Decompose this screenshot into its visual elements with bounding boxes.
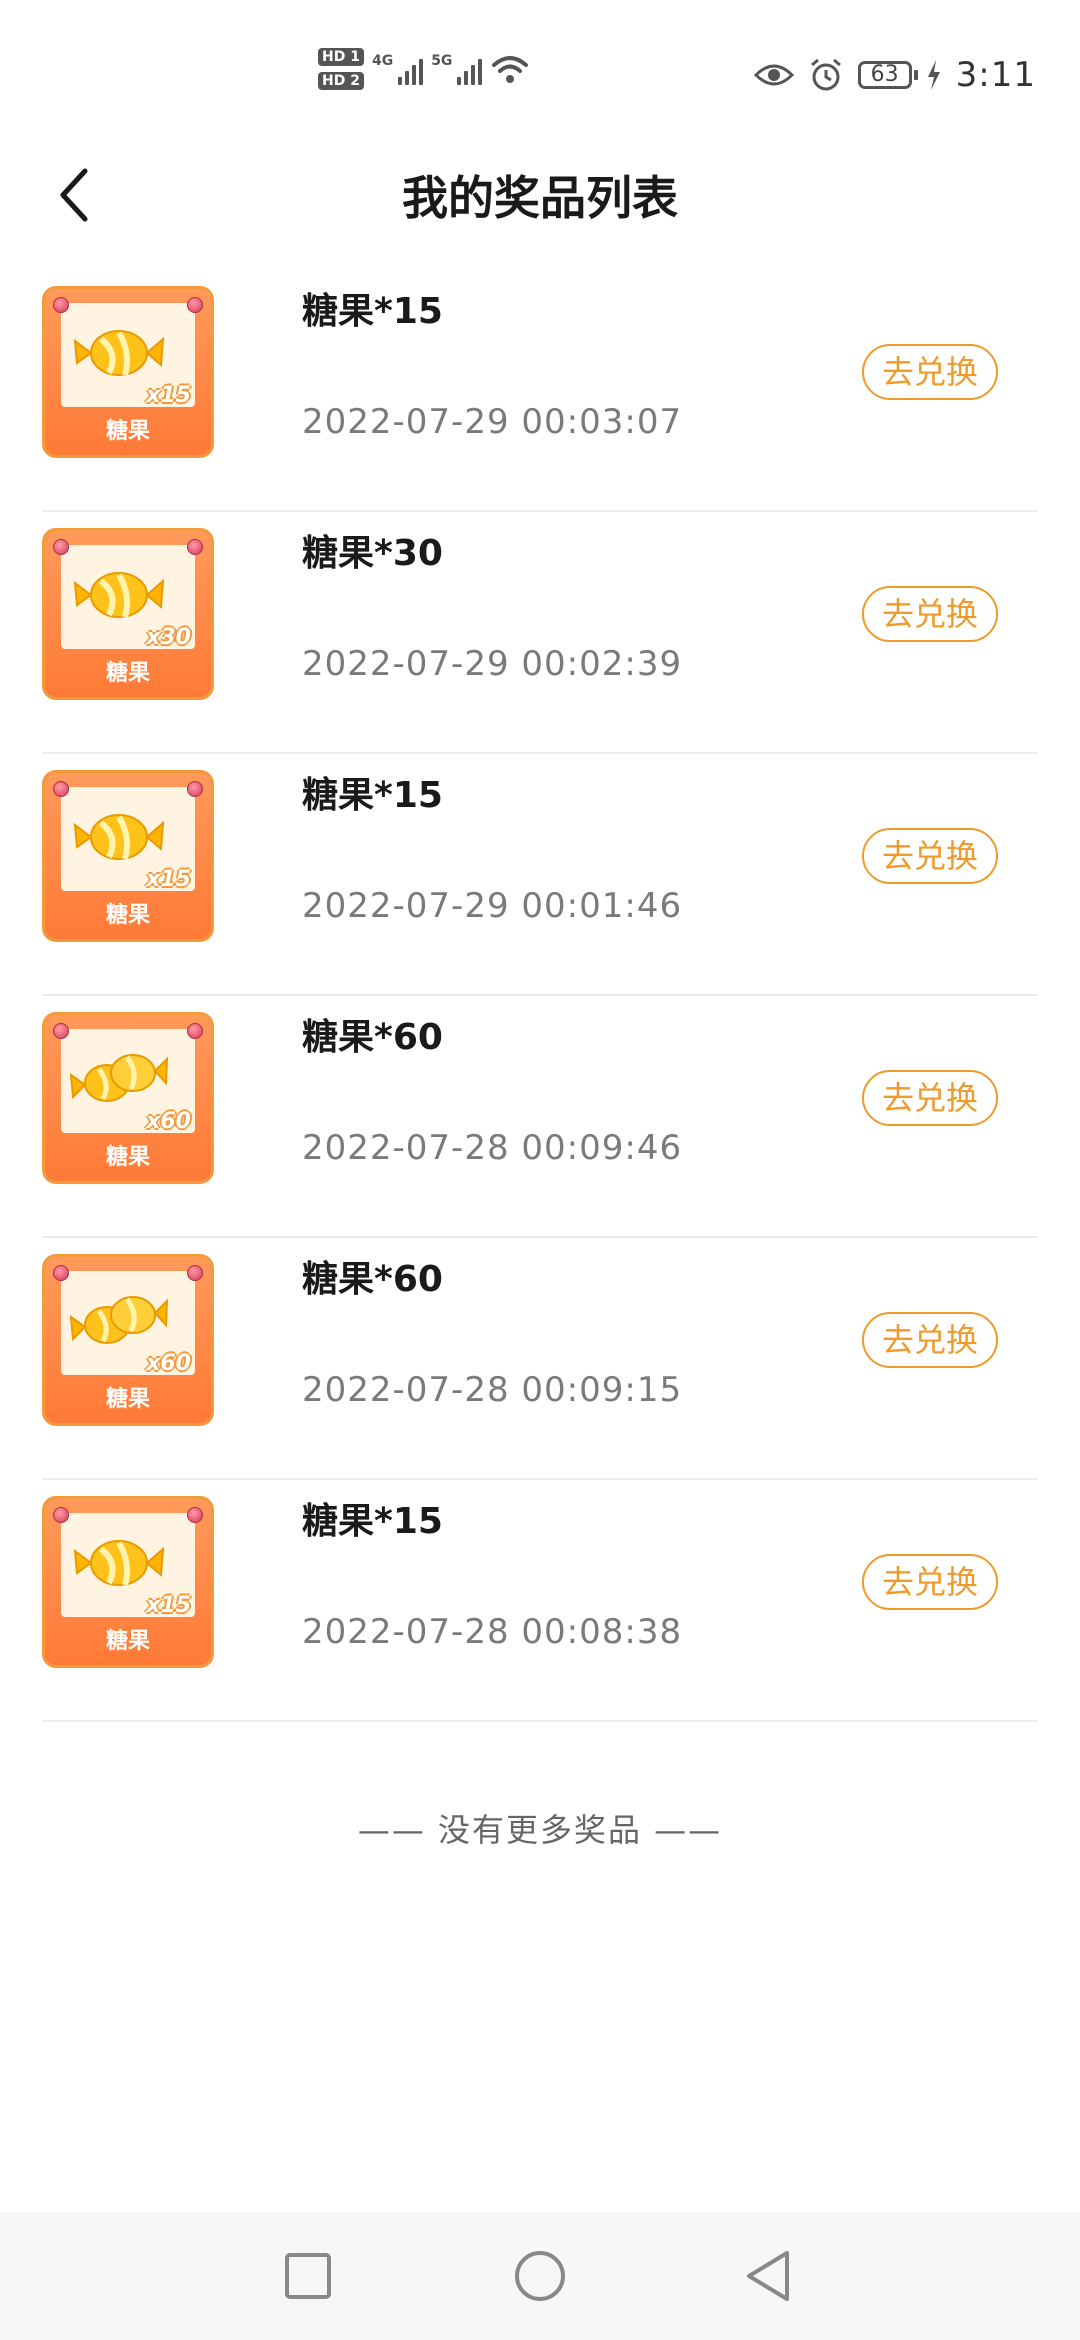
thumbnail-label: 糖果 xyxy=(105,1387,150,1412)
prize-name: 糖果*30 xyxy=(302,533,443,574)
prize-row: x15 糖果 糖果*15 2022-07-28 00:08:38 去兑换 xyxy=(42,1480,1038,1722)
prize-list: x15 糖果 糖果*15 2022-07-29 00:03:07 去兑换 x30 糖果 糖果*… xyxy=(42,270,1038,1722)
prize-thumbnail: x60 糖果 xyxy=(42,1254,214,1426)
thumbnail-multiplier: x60 xyxy=(146,1109,191,1134)
pin-icon xyxy=(53,781,69,797)
hd-badges: HD 1 HD 2 xyxy=(318,48,364,90)
nav-back-button[interactable] xyxy=(728,2236,808,2316)
candy-icon xyxy=(73,814,165,860)
candy-icon xyxy=(69,1054,169,1102)
thumbnail-label: 糖果 xyxy=(105,661,150,686)
prize-name: 糖果*60 xyxy=(302,1017,443,1058)
pin-icon xyxy=(53,297,69,313)
prize-date: 2022-07-28 00:09:15 xyxy=(302,1370,683,1410)
wifi-icon xyxy=(492,56,529,83)
net1-label: 4G xyxy=(371,53,394,69)
thumbnail-multiplier: x30 xyxy=(146,625,191,650)
redeem-button[interactable]: 去兑换 xyxy=(862,828,998,884)
redeem-button[interactable]: 去兑换 xyxy=(862,1312,998,1368)
pin-icon xyxy=(53,539,69,555)
prize-row: x15 糖果 糖果*15 2022-07-29 00:03:07 去兑换 xyxy=(42,270,1038,512)
prize-name: 糖果*60 xyxy=(302,1259,443,1300)
candy-icon xyxy=(73,1540,165,1586)
candy-icon xyxy=(73,572,165,618)
pin-icon xyxy=(187,539,203,555)
prize-row: x60 糖果 糖果*60 2022-07-28 00:09:15 去兑换 xyxy=(42,1238,1038,1480)
signal-icon: 4G xyxy=(371,53,424,85)
home-button[interactable] xyxy=(500,2236,580,2316)
page-title: 我的奖品列表 xyxy=(402,171,678,225)
pin-icon xyxy=(187,1265,203,1281)
pin-icon xyxy=(53,1507,69,1523)
recent-apps-button[interactable] xyxy=(268,2236,348,2316)
eye-icon xyxy=(753,64,794,86)
thumbnail-multiplier: x15 xyxy=(146,1593,191,1618)
candy-icon xyxy=(73,330,165,376)
net2-label: 5G xyxy=(431,53,453,69)
thumbnail-label: 糖果 xyxy=(105,419,150,444)
header: 我的奖品列表 xyxy=(0,150,1080,240)
prize-name: 糖果*15 xyxy=(302,1501,443,1542)
redeem-button[interactable]: 去兑换 xyxy=(862,586,998,642)
prize-thumbnail: x30 糖果 xyxy=(42,528,214,700)
prize-name: 糖果*15 xyxy=(302,291,443,332)
end-of-list-note: —— 没有更多奖品 —— xyxy=(357,1811,723,1849)
prize-row: x60 糖果 糖果*60 2022-07-28 00:09:46 去兑换 xyxy=(42,996,1038,1238)
thumbnail-label: 糖果 xyxy=(105,1145,150,1170)
pin-icon xyxy=(187,297,203,313)
redeem-button[interactable]: 去兑换 xyxy=(862,1070,998,1126)
thumbnail-multiplier: x15 xyxy=(146,383,191,408)
pin-icon xyxy=(187,1507,203,1523)
prize-thumbnail: x15 糖果 xyxy=(42,1496,214,1668)
hd2-badge: HD 2 xyxy=(318,72,364,90)
pin-icon xyxy=(53,1265,69,1281)
thumbnail-label: 糖果 xyxy=(105,903,150,928)
signal-icon-2: 5G xyxy=(431,53,483,85)
pin-icon xyxy=(187,781,203,797)
status-bar: HD 1 HD 2 4G 5G 63 3:11 xyxy=(0,0,1080,150)
prize-name: 糖果*15 xyxy=(302,775,443,816)
prize-thumbnail: x15 糖果 xyxy=(42,770,214,942)
square-recent-icon xyxy=(285,2253,331,2299)
prize-date: 2022-07-28 00:09:46 xyxy=(302,1128,683,1168)
status-left: HD 1 HD 2 4G 5G xyxy=(318,48,530,90)
battery-icon: 63 xyxy=(857,61,918,89)
hd1-badge: HD 1 xyxy=(318,48,364,66)
thumbnail-multiplier: x15 xyxy=(146,867,191,892)
prize-thumbnail: x60 糖果 xyxy=(42,1012,214,1184)
charging-icon xyxy=(927,60,940,90)
thumbnail-label: 糖果 xyxy=(105,1629,150,1654)
prize-date: 2022-07-29 00:01:46 xyxy=(302,886,683,926)
triangle-back-icon xyxy=(747,2251,789,2301)
status-right: 63 3:11 xyxy=(753,55,1036,95)
pin-icon xyxy=(187,1023,203,1039)
redeem-button[interactable]: 去兑换 xyxy=(862,344,998,400)
system-nav-bar xyxy=(0,2212,1080,2340)
circle-home-icon xyxy=(515,2251,565,2301)
prize-date: 2022-07-29 00:02:39 xyxy=(302,644,683,684)
prize-date: 2022-07-28 00:08:38 xyxy=(302,1612,683,1652)
redeem-button[interactable]: 去兑换 xyxy=(862,1554,998,1610)
prize-date: 2022-07-29 00:03:07 xyxy=(302,402,683,442)
candy-icon xyxy=(69,1296,169,1344)
alarm-icon xyxy=(810,58,841,91)
prize-list-page: HD 1 HD 2 4G 5G 63 3:11 我的奖品列表 x15 糖果 糖果… xyxy=(0,0,1080,2340)
prize-row: x15 糖果 糖果*15 2022-07-29 00:01:46 去兑换 xyxy=(42,754,1038,996)
clock: 3:11 xyxy=(955,55,1036,95)
pin-icon xyxy=(53,1023,69,1039)
prize-row: x30 糖果 糖果*30 2022-07-29 00:02:39 去兑换 xyxy=(42,512,1038,754)
prize-thumbnail: x15 糖果 xyxy=(42,286,214,458)
thumbnail-multiplier: x60 xyxy=(146,1351,191,1376)
